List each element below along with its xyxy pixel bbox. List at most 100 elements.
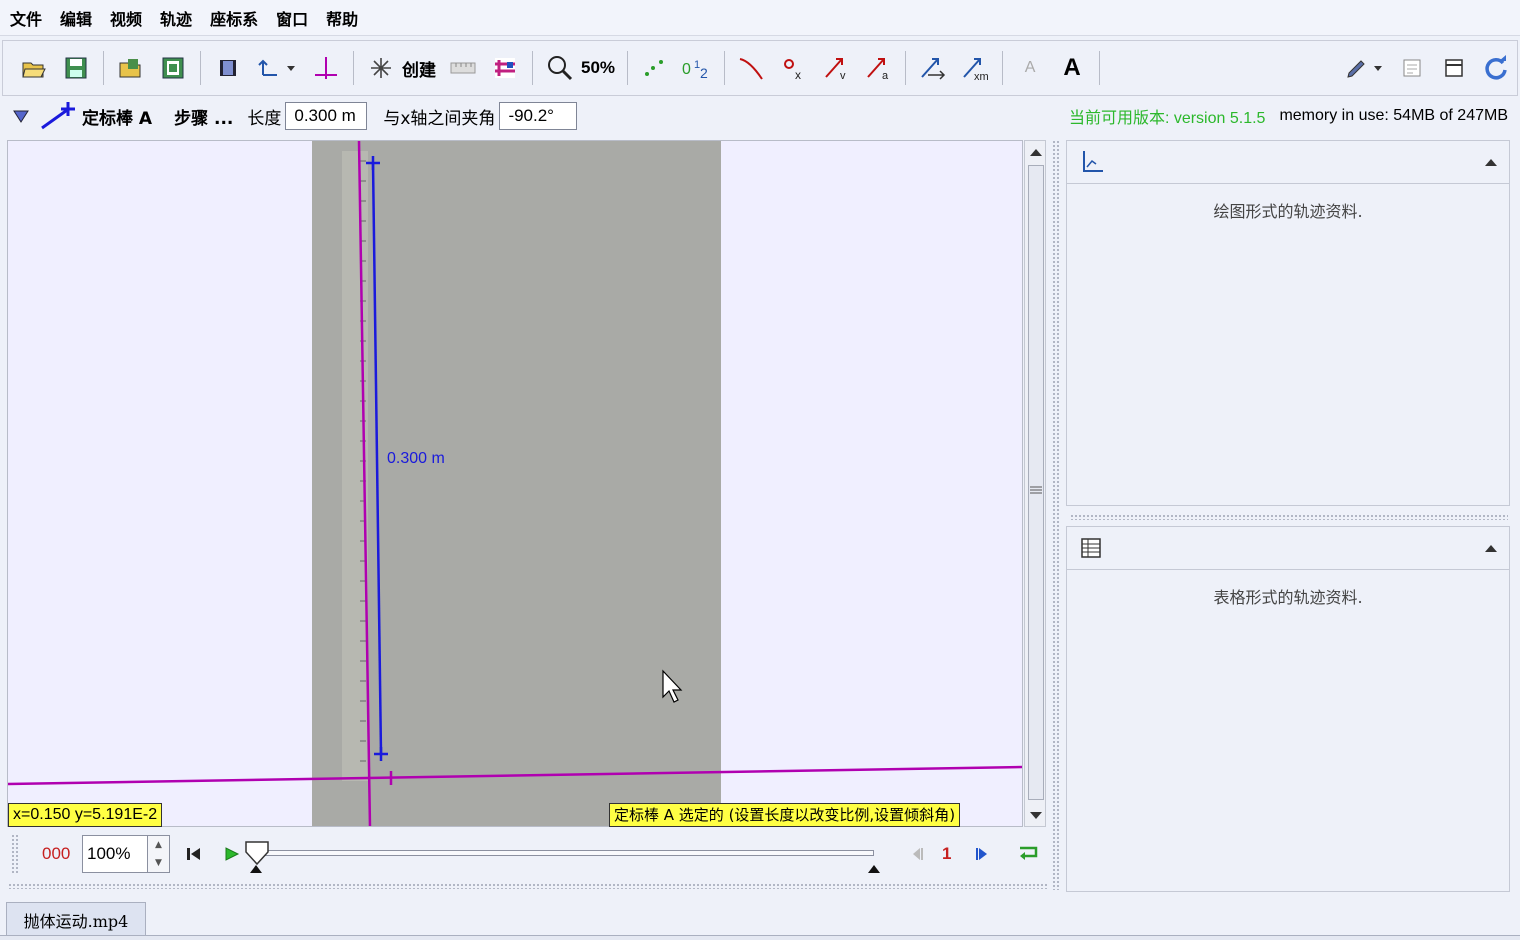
length-field[interactable]: 0.300 m — [285, 102, 368, 130]
end-marker-icon[interactable] — [867, 864, 881, 874]
momentum-vector-icon[interactable]: xm — [960, 53, 990, 83]
create-button[interactable]: 创建 — [402, 56, 436, 81]
position-marker-icon[interactable]: x — [779, 53, 809, 83]
length-label: 长度 — [247, 108, 282, 129]
x-axis — [8, 765, 1022, 786]
video-scrollbar[interactable] — [1024, 140, 1046, 827]
create-star-icon[interactable] — [366, 53, 396, 83]
plot-panel: 绘图形式的轨迹资料. — [1066, 140, 1510, 510]
bottom-border — [0, 935, 1520, 940]
video-tab-label: 抛体运动.mp4 — [23, 911, 129, 931]
player-bar: 000 100% ▲ ▼ 1 — [7, 828, 1049, 880]
tape-end-bottom — [374, 747, 388, 761]
table-panel-header — [1066, 526, 1510, 570]
acceleration-vector-icon[interactable]: a — [863, 53, 893, 83]
collapse-table-icon[interactable] — [1483, 542, 1499, 554]
step-back-icon[interactable] — [908, 845, 926, 863]
splitter-horizontal[interactable] — [8, 883, 1048, 889]
scroll-down-icon[interactable] — [1026, 805, 1046, 825]
svg-text:0: 0 — [682, 61, 691, 78]
velocity-vector-icon[interactable]: v — [821, 53, 851, 83]
splitter-vertical[interactable] — [1052, 140, 1060, 890]
rate-field[interactable]: 100% — [82, 835, 148, 873]
tape-length-readout: 0.300 m — [387, 450, 445, 467]
frame-slider[interactable] — [245, 834, 896, 874]
svg-text:2: 2 — [700, 65, 708, 80]
step-menu[interactable]: 步骤 ... — [174, 104, 233, 129]
font-larger-icon[interactable]: A — [1057, 53, 1087, 83]
measuring-tape-icon[interactable] — [448, 53, 478, 83]
dropdown-triangle-icon[interactable] — [12, 108, 30, 124]
refresh-icon[interactable] — [1481, 53, 1511, 83]
angle-label: 与x轴之间夹角 — [383, 108, 496, 129]
start-marker-icon[interactable] — [249, 864, 263, 874]
table-icon[interactable] — [1079, 536, 1103, 560]
video-overlay — [8, 141, 1022, 826]
spinner-up-icon[interactable]: ▲ — [155, 840, 162, 850]
trace-line-icon[interactable] — [737, 53, 767, 83]
menu-bar: 文件 编辑 视频 轨迹 座标系 窗口 帮助 — [0, 0, 1520, 36]
svg-text:x: x — [795, 68, 801, 81]
scroll-thumb[interactable] — [1028, 165, 1044, 800]
step-size[interactable]: 1 — [942, 844, 951, 864]
zoom-level[interactable]: 50% — [581, 58, 615, 78]
properties-icon[interactable] — [1439, 53, 1469, 83]
svg-text:a: a — [882, 70, 889, 81]
calibration-points-icon[interactable] — [490, 53, 520, 83]
save-icon[interactable] — [61, 53, 91, 83]
zoom-icon[interactable] — [545, 53, 575, 83]
svg-text:v: v — [840, 70, 846, 81]
menu-edit[interactable]: 编辑 — [60, 6, 92, 30]
angle-field[interactable]: -90.2° — [499, 102, 578, 130]
spinner-down-icon[interactable]: ▼ — [155, 858, 162, 868]
menu-file[interactable]: 文件 — [10, 6, 42, 30]
menu-track[interactable]: 轨迹 — [160, 6, 192, 30]
open-folder-icon[interactable] — [19, 53, 49, 83]
tape-end-top — [366, 156, 380, 170]
tape-name[interactable]: 定标棒 A — [82, 104, 152, 129]
notes-icon[interactable] — [1397, 53, 1427, 83]
table-placeholder: 表格形式的轨迹资料. — [1213, 588, 1363, 607]
calibration-tape — [371, 162, 383, 755]
splitter-right[interactable] — [1070, 514, 1508, 520]
table-panel-body[interactable]: 表格形式的轨迹资料. — [1066, 570, 1510, 892]
menu-video[interactable]: 视频 — [110, 6, 142, 30]
tape-tool-icon — [41, 102, 75, 130]
version-label[interactable]: 当前可用版本: version 5.1.5 — [1069, 104, 1266, 128]
clip-settings-icon[interactable] — [213, 53, 243, 83]
video-tab[interactable]: 抛体运动.mp4 — [6, 902, 146, 936]
status-message: 定标棒 A 选定的 (设置长度以改变比例,设置倾斜角) — [609, 803, 961, 827]
collapse-icon[interactable] — [1483, 156, 1499, 168]
font-larger-label: A — [1063, 54, 1081, 81]
plot-axes-icon[interactable] — [1079, 149, 1105, 175]
reset-icon[interactable] — [184, 845, 204, 863]
font-smaller-icon[interactable]: A — [1015, 53, 1045, 83]
menu-help[interactable]: 帮助 — [326, 6, 358, 30]
slider-track — [260, 850, 874, 856]
font-smaller-label: A — [1024, 59, 1036, 76]
frame-number[interactable]: 000 — [42, 844, 82, 864]
scroll-up-icon[interactable] — [1026, 143, 1046, 163]
coordinate-readout: x=0.150 y=5.191E-2 — [8, 803, 163, 827]
play-icon[interactable] — [222, 845, 242, 863]
labels-icon[interactable]: 012 — [682, 53, 712, 83]
trail-points-icon[interactable] — [640, 53, 670, 83]
open-video-icon[interactable] — [116, 53, 146, 83]
vector-sum-icon[interactable] — [918, 53, 948, 83]
rate-spinner[interactable]: ▲ ▼ — [148, 835, 170, 873]
memory-label: memory in use: 54MB of 247MB — [1279, 107, 1508, 124]
table-panel: 表格形式的轨迹资料. — [1066, 526, 1510, 894]
tape-toolbar: 定标棒 A 步骤 ... 长度 0.300 m 与x轴之间夹角 -90.2° 当… — [2, 98, 1518, 134]
plot-panel-body[interactable]: 绘图形式的轨迹资料. — [1066, 184, 1510, 506]
step-forward-icon[interactable] — [973, 845, 991, 863]
pencil-icon[interactable] — [1345, 53, 1385, 83]
loop-icon[interactable] — [1017, 845, 1039, 863]
svg-text:xm: xm — [974, 71, 989, 81]
save-video-icon[interactable] — [158, 53, 188, 83]
menu-coords[interactable]: 座标系 — [210, 6, 258, 30]
video-panel[interactable]: 0.300 m — [7, 140, 1023, 827]
axes-toggle-icon[interactable] — [311, 53, 341, 83]
main-toolbar: 创建 50% 012 x v a xm A A — [2, 40, 1518, 96]
coordinate-axes-icon[interactable] — [255, 53, 299, 83]
menu-window[interactable]: 窗口 — [276, 6, 308, 30]
